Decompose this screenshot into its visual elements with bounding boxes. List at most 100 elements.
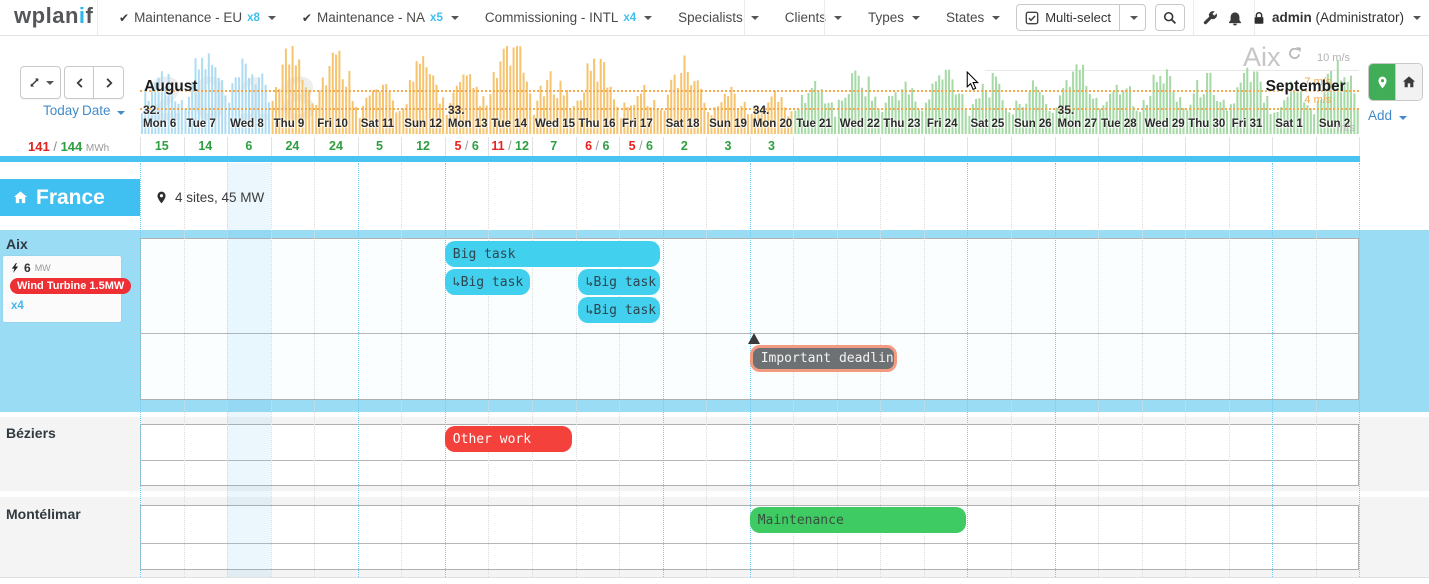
site-card-aix: 6 MW Wind Turbine 1.5MW x4	[3, 256, 121, 322]
day-column-label[interactable]: Sat 18	[666, 118, 700, 130]
day-production-value: 3	[706, 139, 750, 153]
day-column-label[interactable]: Mon 6	[143, 118, 176, 130]
day-column-label[interactable]: Mon 13	[448, 118, 488, 130]
day-column-label[interactable]: Sat 11	[361, 118, 394, 130]
group-row-france[interactable]: France	[0, 179, 140, 216]
grid-dayline	[967, 163, 968, 577]
nav-menu-clients[interactable]: Clients	[772, 10, 855, 25]
day-column-label[interactable]: Fri 24	[927, 118, 958, 130]
prev-button[interactable]	[64, 66, 95, 99]
day-column-label[interactable]: Wed 8	[230, 118, 264, 130]
task-bar-big-task[interactable]: Big task	[445, 241, 661, 267]
expand-icon	[28, 76, 41, 89]
refresh-icon[interactable]	[1287, 46, 1302, 61]
day-column-label[interactable]: Tue 7	[187, 118, 216, 130]
turbine-badge[interactable]: Wind Turbine 1.5MW	[10, 278, 131, 294]
day-column-label[interactable]: Tue 14	[491, 118, 527, 130]
grid-dayline	[1272, 163, 1273, 577]
day-column-label[interactable]: Tue 28	[1101, 118, 1137, 130]
grid-dayline	[1229, 163, 1230, 577]
site-row-aix[interactable]: Aix	[6, 236, 28, 252]
zoom-caret[interactable]	[46, 81, 54, 85]
day-separator	[837, 137, 838, 156]
home-view-button[interactable]	[1395, 64, 1422, 100]
nav-menu-commissioning-intl[interactable]: Commissioning - INTLx4	[472, 10, 665, 25]
timeline-divider	[0, 156, 1360, 162]
nav-menu-states[interactable]: States	[933, 10, 1013, 25]
day-column-label[interactable]: Sun 12	[404, 118, 442, 130]
user-menu[interactable]: admin (Administrator)	[1252, 10, 1421, 25]
month-label: August	[144, 78, 197, 96]
zoom-range-button[interactable]	[20, 66, 61, 99]
add-dropdown[interactable]: Add	[1368, 108, 1407, 123]
search-button[interactable]	[1155, 4, 1185, 31]
day-column-label[interactable]: Sun 19	[709, 118, 747, 130]
nav-menu-maintenance-eu[interactable]: ✔Maintenance - EUx8	[106, 10, 289, 25]
day-separator	[1229, 137, 1230, 156]
day-separator	[880, 137, 881, 156]
day-production-value: 6 / 6	[576, 139, 620, 153]
task-bar-big-task[interactable]: ↳Big task	[578, 297, 660, 323]
day-production-value: 3	[750, 139, 794, 153]
day-column-label[interactable]: Sat 1	[1275, 118, 1303, 130]
map-view-button[interactable]	[1369, 64, 1395, 100]
check-icon: ✔	[302, 11, 312, 25]
site-row-beziers[interactable]: Béziers	[6, 425, 56, 441]
task-bar-important-deadline[interactable]: Important deadline	[750, 345, 897, 372]
production-target: 144	[61, 139, 83, 154]
task-bar-maintenance[interactable]: Maintenance	[750, 507, 966, 533]
day-column-label[interactable]: Thu 23	[883, 118, 920, 130]
production-actual: 141	[28, 139, 50, 154]
task-bar-big-task[interactable]: ↳Big task	[445, 269, 530, 295]
day-separator	[663, 137, 664, 156]
task-bar-other-work[interactable]: Other work	[445, 426, 573, 452]
multi-select-button[interactable]: Multi-select	[1016, 4, 1146, 31]
group-label: France	[36, 186, 105, 210]
grid-dayline	[445, 163, 446, 577]
app-window: wplanif ✔Maintenance - EUx8✔Maintenance …	[0, 0, 1429, 584]
grid-dayline	[488, 163, 489, 577]
site-watermark: Aix	[1243, 42, 1302, 73]
nav-menu-specialists[interactable]: Specialists	[665, 10, 772, 25]
multi-select-label: Multi-select	[1045, 10, 1111, 25]
day-column-label[interactable]: Thu 16	[579, 118, 616, 130]
day-column-label[interactable]: Thu 30	[1188, 118, 1225, 130]
wrench-icon[interactable]	[1202, 10, 1218, 26]
day-column-label[interactable]: Thu 9	[274, 118, 305, 130]
nav-menu-types[interactable]: Types	[855, 10, 933, 25]
day-separator	[1142, 137, 1143, 156]
day-column-label[interactable]: Wed 22	[840, 118, 880, 130]
user-role: (Administrator)	[1315, 10, 1404, 25]
today-button[interactable]: Today	[43, 103, 79, 118]
app-logo[interactable]: wplanif	[14, 3, 93, 29]
grid-dayline	[576, 163, 577, 577]
day-column-label[interactable]: Fri 31	[1232, 118, 1263, 130]
site-power: 6	[24, 261, 31, 275]
user-name: admin	[1272, 10, 1312, 25]
caret-down-icon	[751, 16, 759, 20]
day-separator	[1098, 137, 1099, 156]
site-row-montelimar[interactable]: Montélimar	[6, 506, 81, 522]
next-button[interactable]	[93, 66, 124, 99]
day-column-label[interactable]: Sat 25	[970, 118, 1004, 130]
week-number: 32.	[143, 103, 160, 117]
nav-menu-maintenance-na[interactable]: ✔Maintenance - NAx5	[289, 10, 472, 25]
date-dropdown[interactable]: Date	[82, 103, 125, 118]
today-column-highlight	[227, 163, 271, 577]
day-column-label[interactable]: Mon 27	[1058, 118, 1098, 130]
bell-icon[interactable]	[1227, 10, 1243, 26]
day-column-label[interactable]: Wed 15	[535, 118, 575, 130]
day-column-label[interactable]: Wed 29	[1145, 118, 1185, 130]
day-column-label[interactable]: Tue 21	[796, 118, 832, 130]
day-column-label[interactable]: Sun 26	[1014, 118, 1052, 130]
day-column-label[interactable]: Mon 20	[753, 118, 793, 130]
day-production-value: 24	[271, 139, 315, 153]
task-bar-big-task[interactable]: ↳Big task	[578, 269, 660, 295]
grid-dayline	[271, 163, 272, 577]
multi-select-caret[interactable]	[1119, 5, 1145, 30]
day-separator	[967, 137, 968, 156]
check-icon: ✔	[119, 11, 129, 25]
nav-menu-count: x8	[247, 12, 260, 24]
day-column-label[interactable]: Fri 10	[317, 118, 348, 130]
day-column-label[interactable]: Fri 17	[622, 118, 653, 130]
